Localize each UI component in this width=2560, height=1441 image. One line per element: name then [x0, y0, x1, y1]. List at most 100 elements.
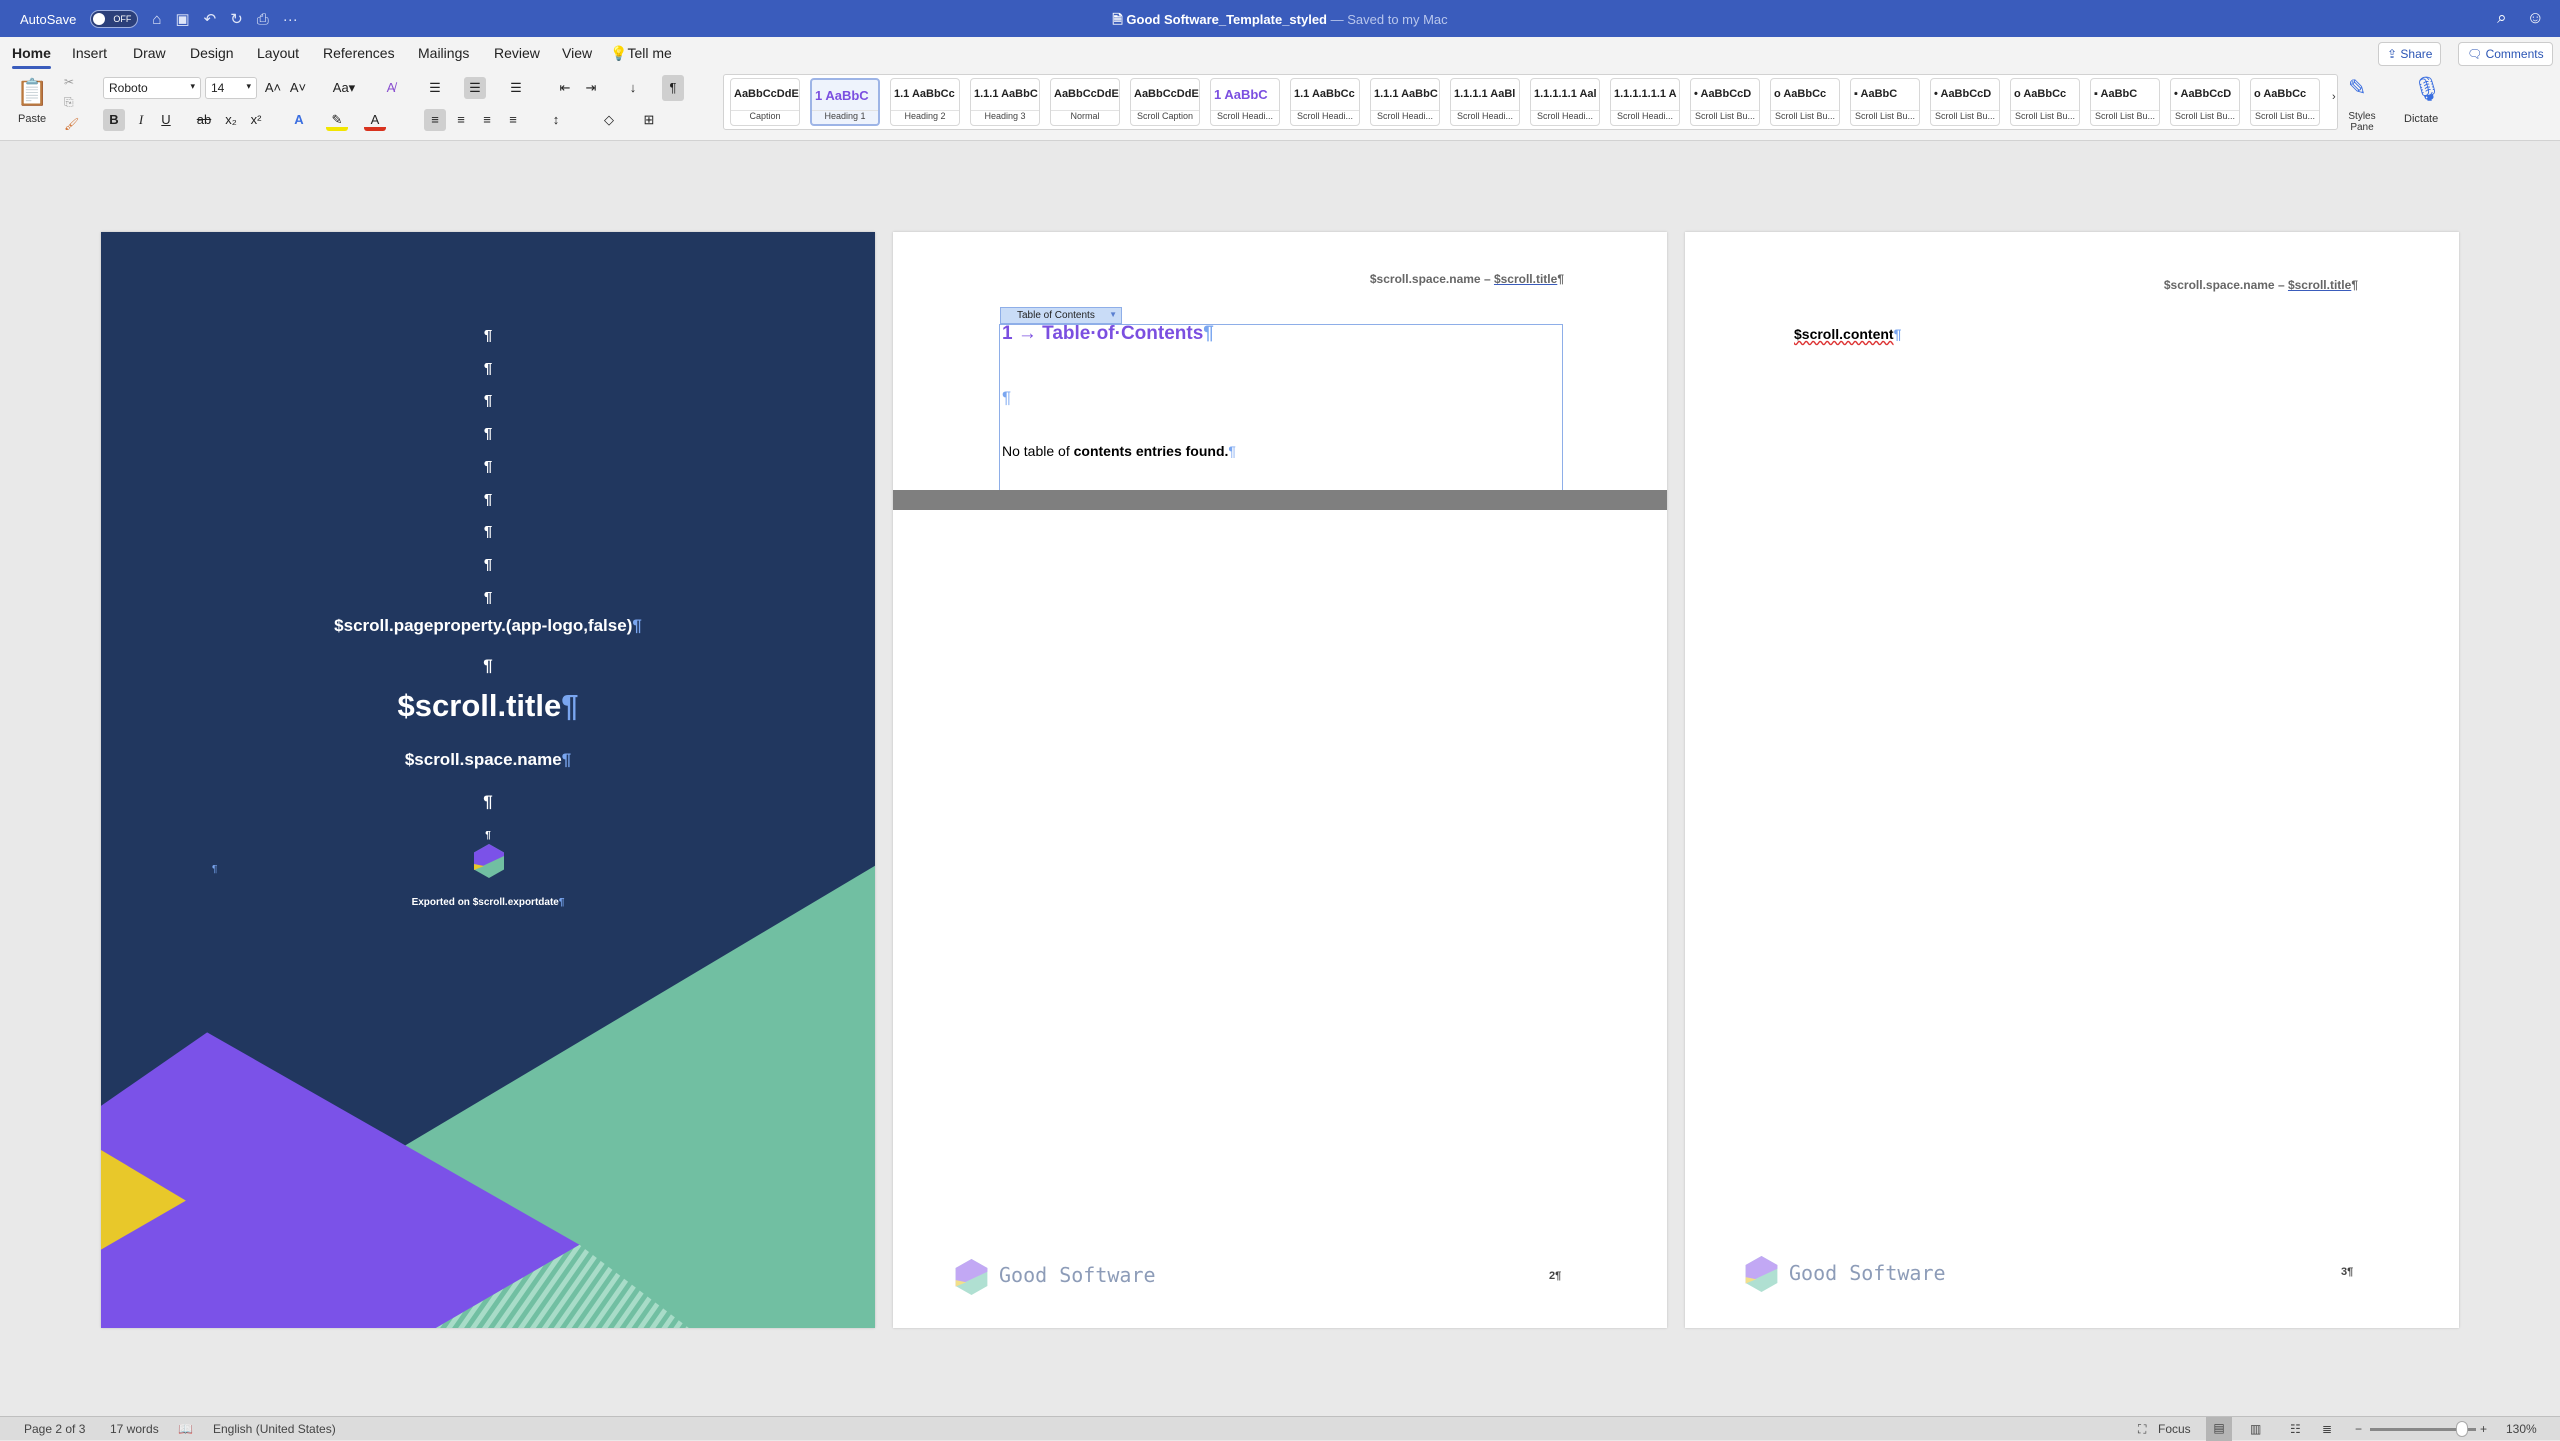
- line-spacing-icon[interactable]: ↕: [545, 109, 567, 131]
- style-scroll-list-bu[interactable]: ▪ AaBbCScroll List Bu...: [2090, 78, 2160, 126]
- increase-indent-icon[interactable]: ⇥: [580, 77, 602, 99]
- highlight-icon[interactable]: ✎: [326, 109, 348, 131]
- tab-mailings[interactable]: Mailings: [418, 45, 469, 61]
- style-scroll-list-bu[interactable]: o AaBbCcScroll List Bu...: [1770, 78, 1840, 126]
- print-layout-icon[interactable]: ▤: [2206, 1417, 2232, 1441]
- change-case-icon[interactable]: Aa▾: [328, 77, 360, 99]
- style-scroll-list-bu[interactable]: o AaBbCcScroll List Bu...: [2010, 78, 2080, 126]
- multilevel-list-icon[interactable]: ☰: [505, 77, 527, 99]
- outline-icon[interactable]: ☷: [2290, 1422, 2301, 1436]
- decrease-indent-icon[interactable]: ⇤: [554, 77, 576, 99]
- tab-layout[interactable]: Layout: [257, 45, 299, 61]
- pilcrow: ¶: [1002, 388, 1011, 408]
- bullets-icon[interactable]: ☰: [424, 77, 446, 99]
- paste-label[interactable]: Paste: [18, 113, 46, 125]
- zoom-slider-thumb[interactable]: [2456, 1421, 2468, 1437]
- copy-icon[interactable]: ⎘: [64, 95, 74, 110]
- style-scroll-headi[interactable]: 1.1.1.1.1.1 AScroll Headi...: [1610, 78, 1680, 126]
- style-scroll-list-bu[interactable]: • AaBbCcDScroll List Bu...: [1930, 78, 2000, 126]
- page-count[interactable]: Page 2 of 3: [24, 1422, 85, 1436]
- cut-icon[interactable]: ✂: [64, 75, 74, 89]
- style-preview: 1 AaBbC: [812, 80, 878, 110]
- toc-content-control[interactable]: [999, 324, 1563, 490]
- paste-icon[interactable]: 📋: [16, 77, 48, 108]
- tab-view[interactable]: View: [562, 45, 592, 61]
- shrink-font-icon[interactable]: A˅: [287, 77, 309, 99]
- tab-insert[interactable]: Insert: [72, 45, 107, 61]
- justify-icon[interactable]: ≡: [502, 109, 524, 131]
- web-layout-icon[interactable]: ▥: [2250, 1422, 2261, 1436]
- align-left-icon[interactable]: ≡: [424, 109, 446, 131]
- font-name-select[interactable]: Roboto▾: [103, 77, 201, 99]
- style-scroll-list-bu[interactable]: ▪ AaBbCScroll List Bu...: [1850, 78, 1920, 126]
- style-scroll-headi[interactable]: 1.1.1.1 AaBlScroll Headi...: [1450, 78, 1520, 126]
- font-size-select[interactable]: 14▾: [205, 77, 257, 99]
- tell-me-label: Tell me: [627, 45, 671, 61]
- draft-icon[interactable]: ≣: [2322, 1422, 2332, 1436]
- font-color-icon[interactable]: A: [364, 109, 386, 131]
- zoom-in-icon[interactable]: +: [2480, 1422, 2487, 1436]
- focus-button[interactable]: Focus: [2158, 1422, 2191, 1436]
- show-formatting-pilcrow-icon[interactable]: ¶: [662, 75, 684, 101]
- tab-draw[interactable]: Draw: [133, 45, 166, 61]
- focus-icon[interactable]: ⛶: [2138, 1422, 2146, 1437]
- underline-button[interactable]: U: [155, 109, 177, 131]
- zoom-level[interactable]: 130%: [2506, 1422, 2537, 1436]
- tab-home[interactable]: Home: [12, 45, 51, 61]
- pilcrow: ¶: [101, 830, 875, 841]
- gallery-next-icon[interactable]: ›: [2332, 91, 2336, 103]
- style-label: Scroll Headi...: [1451, 110, 1519, 125]
- grow-font-icon[interactable]: A˄: [262, 77, 284, 99]
- tab-tell-me[interactable]: 💡Tell me: [610, 45, 672, 62]
- style-caption[interactable]: AaBbCcDdEeCaption: [730, 78, 800, 126]
- superscript-button[interactable]: x²: [245, 109, 267, 131]
- italic-button[interactable]: I: [130, 109, 152, 131]
- style-label: Scroll List Bu...: [1931, 110, 1999, 125]
- numbering-icon[interactable]: ☰: [464, 77, 486, 99]
- style-heading-3[interactable]: 1.1.1 AaBbCHeading 3: [970, 78, 1040, 126]
- shading-icon[interactable]: ◇: [598, 109, 620, 131]
- borders-icon[interactable]: ⊞: [638, 109, 660, 131]
- comments-button[interactable]: 🗨 Comments: [2458, 42, 2553, 66]
- style-scroll-headi[interactable]: 1.1.1.1.1 AalScroll Headi...: [1530, 78, 1600, 126]
- strikethrough-button[interactable]: ab: [193, 109, 215, 131]
- styles-pane-icon[interactable]: ✎: [2348, 75, 2366, 101]
- styles-pane-label[interactable]: Styles Pane: [2346, 111, 2378, 133]
- format-painter-icon[interactable]: 🖌: [64, 117, 79, 131]
- style-scroll-headi[interactable]: 1.1.1 AaBbCScroll Headi...: [1370, 78, 1440, 126]
- tab-references[interactable]: References: [323, 45, 395, 61]
- toc-content-control-tag[interactable]: Table of Contents▼: [1000, 307, 1122, 324]
- style-scroll-list-bu[interactable]: o AaBbCcScroll List Bu...: [2250, 78, 2320, 126]
- style-scroll-list-bu[interactable]: • AaBbCcDScroll List Bu...: [1690, 78, 1760, 126]
- dictate-label[interactable]: Dictate: [2404, 113, 2438, 125]
- language[interactable]: English (United States): [213, 1422, 336, 1436]
- share-button[interactable]: ⇪ Share: [2378, 42, 2441, 66]
- tab-design[interactable]: Design: [190, 45, 234, 61]
- align-center-icon[interactable]: ≡: [450, 109, 472, 131]
- zoom-out-icon[interactable]: −: [2355, 1422, 2362, 1436]
- style-heading-2[interactable]: 1.1 AaBbCcHeading 2: [890, 78, 960, 126]
- align-right-icon[interactable]: ≡: [476, 109, 498, 131]
- smiley-icon[interactable]: ☺: [2527, 8, 2544, 28]
- style-scroll-headi[interactable]: 1 AaBbCScroll Headi...: [1210, 78, 1280, 126]
- subscript-button[interactable]: x₂: [220, 109, 242, 131]
- tab-review[interactable]: Review: [494, 45, 540, 61]
- style-heading-1[interactable]: 1 AaBbCHeading 1: [810, 78, 880, 126]
- cover-space-name: $scroll.space.name¶: [101, 750, 875, 770]
- microphone-icon[interactable]: 🎙: [2412, 75, 2442, 104]
- style-label: Heading 1: [812, 110, 878, 124]
- sort-icon[interactable]: ↓: [622, 77, 644, 99]
- word-count[interactable]: 17 words: [110, 1422, 159, 1436]
- style-normal[interactable]: AaBbCcDdENormal: [1050, 78, 1120, 126]
- bold-button[interactable]: B: [103, 109, 125, 131]
- text-effects-icon[interactable]: A: [288, 109, 310, 131]
- style-scroll-caption[interactable]: AaBbCcDdEeScroll Caption: [1130, 78, 1200, 126]
- style-scroll-headi[interactable]: 1.1 AaBbCcScroll Headi...: [1290, 78, 1360, 126]
- document-title[interactable]: 🗎 Good Software_Template_styled — Saved …: [0, 11, 2560, 33]
- chevron-down-icon[interactable]: ▼: [1109, 310, 1117, 319]
- search-icon[interactable]: ⌕: [2497, 8, 2507, 28]
- proofing-icon[interactable]: 📖: [178, 1422, 193, 1436]
- clear-formatting-icon[interactable]: A̸: [380, 77, 402, 99]
- style-scroll-list-bu[interactable]: • AaBbCcDScroll List Bu...: [2170, 78, 2240, 126]
- pilcrow: ¶: [562, 750, 571, 769]
